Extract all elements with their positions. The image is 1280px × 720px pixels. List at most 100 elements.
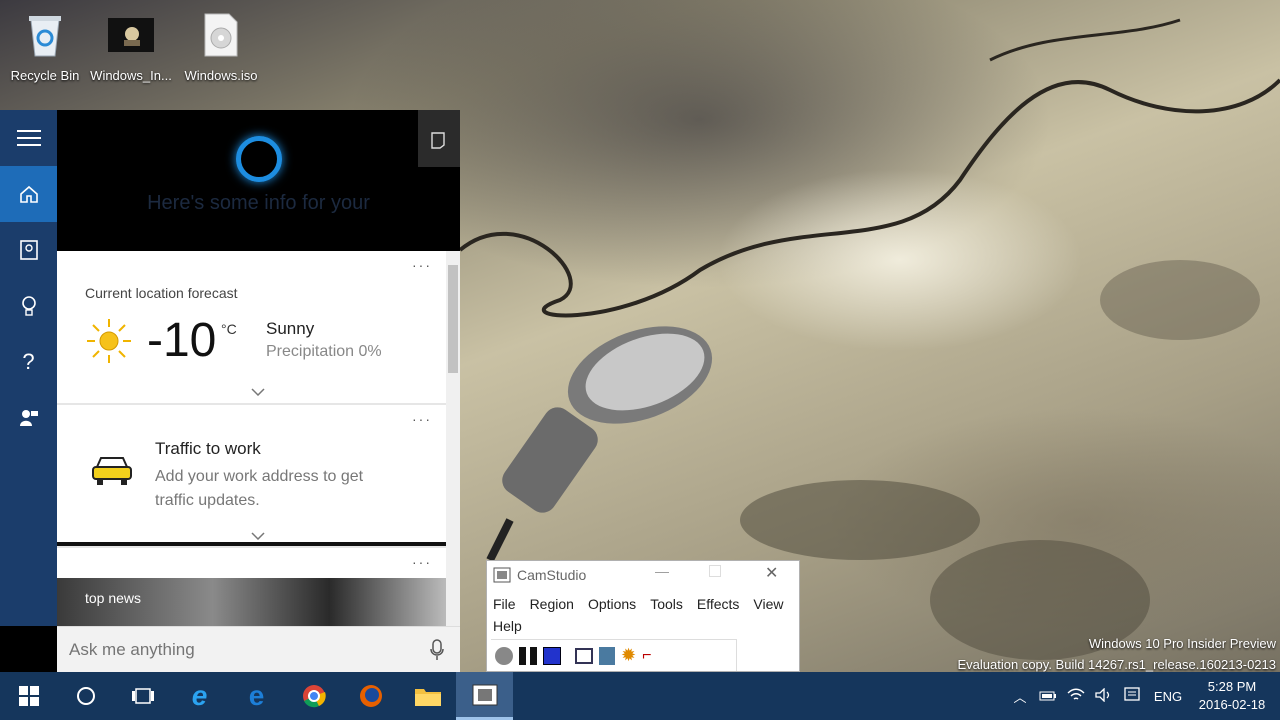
cortana-taskbar-button[interactable] [57, 672, 114, 720]
chrome-icon [302, 685, 326, 708]
windows-watermark: Windows 10 Pro Insider Preview Evaluatio… [958, 633, 1277, 675]
chevron-up-icon[interactable]: ︿ [1006, 687, 1034, 706]
camstudio-window: CamStudio — ✕ File Region Options Tools Effe… [486, 560, 800, 672]
microphone-icon[interactable] [430, 639, 444, 666]
menu-options[interactable]: Options [588, 596, 636, 612]
temperature-unit: °C [221, 321, 237, 337]
traffic-desc-line-1: Add your work address to get [155, 468, 364, 485]
traffic-title: Traffic to work [155, 439, 261, 458]
clock[interactable]: 5:28 PM 2016-02-18 [1190, 678, 1274, 714]
start-button[interactable] [0, 672, 57, 720]
search-input[interactable] [69, 637, 409, 663]
scrollbar[interactable] [446, 251, 460, 626]
car-icon [91, 455, 133, 492]
weather-card[interactable]: ··· Current location forecast -10 °C Sun… [57, 251, 446, 403]
more-options-icon[interactable]: ··· [412, 257, 432, 273]
annotate-icon[interactable] [575, 647, 593, 664]
weather-title: Current location forecast [85, 285, 238, 301]
desktop-icon-windows-video[interactable]: Windows_In... [88, 8, 174, 83]
chevron-down-icon[interactable] [251, 385, 265, 399]
show-desktop-button[interactable] [1274, 672, 1280, 720]
camstudio-menubar: File Region Options Tools Effects View Help [487, 589, 799, 637]
windows-logo-icon [18, 686, 39, 706]
task-view-icon [131, 688, 154, 704]
lightbulb-icon[interactable] [0, 278, 57, 334]
traffic-description: Add your work address to get traffic upd… [155, 465, 363, 513]
disc-image-icon [198, 8, 244, 62]
camstudio-title: CamStudio [517, 567, 587, 583]
edge-button[interactable]: e [228, 672, 285, 720]
more-options-icon[interactable]: ··· [412, 554, 432, 570]
desktop-icon-label: Windows.iso [184, 68, 258, 83]
cortana-content: Here's some info for your ··· Current lo… [57, 110, 460, 626]
minimize-button[interactable]: — [655, 563, 669, 579]
traffic-desc-line-2: traffic updates. [155, 492, 260, 509]
sun-icon [85, 317, 133, 370]
volume-icon[interactable] [1090, 686, 1118, 705]
temperature: -10 [147, 314, 217, 367]
taskbar: e e ︿ ENG 5:28 PM 2016-02-18 [0, 672, 1280, 720]
menu-view[interactable]: View [753, 596, 783, 612]
help-icon[interactable]: ? [0, 334, 57, 390]
battery-icon[interactable] [1034, 689, 1062, 704]
menu-file[interactable]: File [493, 596, 516, 612]
menu-tools[interactable]: Tools [650, 596, 683, 612]
card-divider [57, 542, 446, 546]
cortana-header: Here's some info for your [57, 110, 460, 251]
menu-effects[interactable]: Effects [697, 596, 740, 612]
video-file-icon [108, 8, 154, 62]
scrollbar-thumb[interactable] [448, 265, 458, 373]
camstudio-taskbar-icon [472, 684, 497, 705]
edge-icon: e [248, 680, 265, 711]
wifi-icon[interactable] [1062, 688, 1090, 705]
pause-icon[interactable] [519, 646, 537, 665]
internet-explorer-button[interactable]: e [171, 672, 228, 720]
input-language[interactable]: ENG [1146, 689, 1190, 704]
camstudio-app-icon [493, 567, 511, 583]
video-options-icon[interactable] [599, 646, 615, 665]
record-icon[interactable] [495, 646, 513, 665]
cortana-greeting: Here's some info for your [147, 192, 370, 214]
more-options-icon[interactable]: ··· [412, 411, 432, 427]
desktop-icon-recycle-bin[interactable]: Recycle Bin [2, 8, 88, 83]
desktop-icon-label: Windows_In... [90, 68, 172, 83]
tips-button[interactable] [418, 110, 460, 167]
folder-icon [414, 689, 441, 706]
task-view-button[interactable] [114, 672, 171, 720]
chrome-button[interactable] [285, 672, 342, 720]
chevron-down-icon[interactable] [251, 529, 265, 543]
cortana-panel: ? Here's some info for your ··· Current … [0, 110, 460, 673]
system-tray: ︿ ENG 5:28 PM 2016-02-18 [1006, 672, 1280, 720]
firefox-icon [359, 685, 382, 707]
desktop-icon-windows-iso[interactable]: Windows.iso [178, 8, 264, 83]
search-left-spacer [0, 626, 57, 673]
firefox-button[interactable] [342, 672, 399, 720]
stop-icon[interactable] [543, 646, 561, 665]
menu-help[interactable]: Help [493, 618, 522, 634]
menu-region[interactable]: Region [530, 596, 574, 612]
feedback-icon[interactable] [0, 390, 57, 446]
camstudio-taskbar-button[interactable] [456, 672, 513, 720]
hamburger-menu-icon[interactable] [0, 110, 57, 166]
settings-gear-icon[interactable]: ✹ [621, 645, 636, 666]
close-button[interactable]: ✕ [765, 563, 778, 583]
desktop: { "desktop":{"icons":[{"label":"Recycle … [0, 0, 1280, 720]
search-box[interactable] [57, 626, 460, 673]
news-label: top news [85, 590, 142, 606]
clock-date: 2016-02-18 [1198, 697, 1266, 712]
notebook-icon[interactable] [0, 222, 57, 278]
cortana-circle-icon [76, 687, 95, 705]
precipitation: Precipitation 0% [266, 343, 382, 360]
internet-explorer-icon: e [191, 680, 208, 711]
maximize-button[interactable] [709, 565, 721, 577]
action-center-icon[interactable] [1118, 686, 1146, 706]
file-explorer-button[interactable] [399, 672, 456, 720]
desktop-icon-label: Recycle Bin [10, 68, 80, 83]
camstudio-titlebar: CamStudio — ✕ [487, 561, 799, 589]
home-icon[interactable] [0, 166, 57, 222]
region-icon[interactable]: ⌐ [642, 647, 651, 665]
news-card[interactable]: ··· top news [57, 548, 446, 626]
traffic-card[interactable]: ··· Traffic to work Add your work addres… [57, 405, 446, 542]
note-icon [431, 131, 445, 149]
recycle-bin-icon [22, 8, 68, 62]
